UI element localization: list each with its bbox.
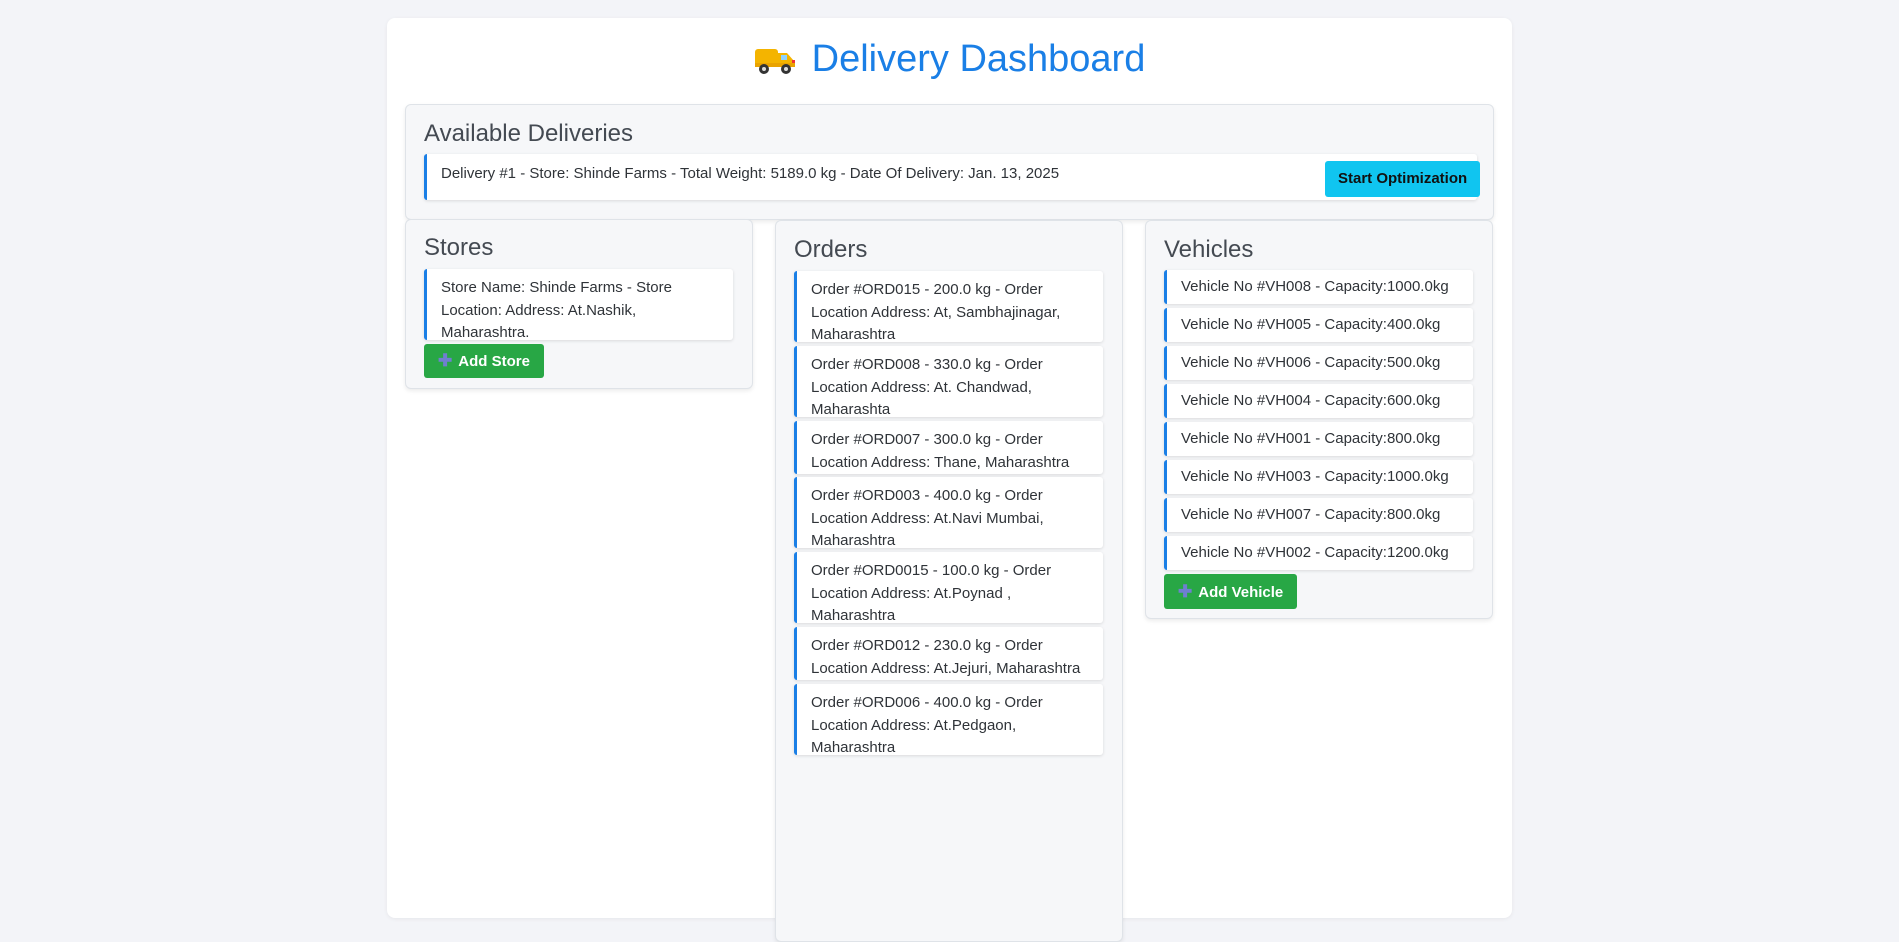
order-item[interactable]: Order #ORD006 - 400.0 kg - Order Locatio… <box>794 684 1103 756</box>
page-title: Delivery Dashboard <box>811 38 1146 80</box>
store-item-text: Store Name: Shinde Farms - Store Locatio… <box>441 279 672 341</box>
order-item[interactable]: Order #ORD012 - 230.0 kg - Order Locatio… <box>794 627 1103 680</box>
vehicle-item-text: Vehicle No #VH002 - Capacity:1200.0kg <box>1181 544 1449 561</box>
order-item-text: Order #ORD012 - 230.0 kg - Order Locatio… <box>811 637 1081 677</box>
deliveries-panel: Available Deliveries Delivery #1 - Store… <box>405 104 1494 220</box>
deliveries-heading: Available Deliveries <box>424 120 633 147</box>
stores-panel: Stores Store Name: Shinde Farms - Store … <box>405 219 753 389</box>
plus-icon: ✚ <box>1178 582 1193 601</box>
order-item[interactable]: Order #ORD007 - 300.0 kg - Order Locatio… <box>794 421 1103 474</box>
start-optimization-button[interactable]: Start Optimization <box>1325 161 1481 197</box>
orders-panel: Orders Order #ORD015 - 200.0 kg - Order … <box>775 220 1123 942</box>
vehicles-heading: Vehicles <box>1164 236 1254 263</box>
vehicle-item[interactable]: Vehicle No #VH008 - Capacity:1000.0kg <box>1164 270 1473 304</box>
store-item[interactable]: Store Name: Shinde Farms - Store Locatio… <box>424 269 733 341</box>
add-vehicle-label: Add Vehicle <box>1198 584 1284 601</box>
vehicle-item[interactable]: Vehicle No #VH003 - Capacity:1000.0kg <box>1164 460 1473 494</box>
vehicle-item-text: Vehicle No #VH008 - Capacity:1000.0kg <box>1181 278 1449 295</box>
order-item-text: Order #ORD006 - 400.0 kg - Order Locatio… <box>811 694 1043 756</box>
truck-icon <box>754 40 796 74</box>
plus-icon: ✚ <box>438 351 453 370</box>
vehicles-panel: Vehicles Vehicle No #VH008 - Capacity:10… <box>1145 220 1493 619</box>
order-item-text: Order #ORD007 - 300.0 kg - Order Locatio… <box>811 431 1070 471</box>
page-title-row: Delivery Dashboard <box>387 36 1512 82</box>
vehicle-item[interactable]: Vehicle No #VH001 - Capacity:800.0kg <box>1164 422 1473 456</box>
order-item-text: Order #ORD0015 - 100.0 kg - Order Locati… <box>811 562 1052 624</box>
order-item-text: Order #ORD008 - 330.0 kg - Order Locatio… <box>811 356 1043 418</box>
order-item[interactable]: Order #ORD0015 - 100.0 kg - Order Locati… <box>794 552 1103 624</box>
vehicle-item-text: Vehicle No #VH004 - Capacity:600.0kg <box>1181 392 1441 409</box>
delivery-item[interactable]: Delivery #1 - Store: Shinde Farms - Tota… <box>424 154 1477 200</box>
delivery-item-text: Delivery #1 - Store: Shinde Farms - Tota… <box>441 165 1060 182</box>
order-item[interactable]: Order #ORD003 - 400.0 kg - Order Locatio… <box>794 477 1103 549</box>
vehicle-item-text: Vehicle No #VH005 - Capacity:400.0kg <box>1181 316 1441 333</box>
orders-heading: Orders <box>794 236 868 263</box>
order-item[interactable]: Order #ORD015 - 200.0 kg - Order Locatio… <box>794 271 1103 343</box>
add-vehicle-button[interactable]: ✚ Add Vehicle <box>1164 574 1298 609</box>
vehicle-item-text: Vehicle No #VH007 - Capacity:800.0kg <box>1181 506 1441 523</box>
vehicle-item[interactable]: Vehicle No #VH006 - Capacity:500.0kg <box>1164 346 1473 380</box>
vehicle-item[interactable]: Vehicle No #VH004 - Capacity:600.0kg <box>1164 384 1473 418</box>
vehicle-item[interactable]: Vehicle No #VH007 - Capacity:800.0kg <box>1164 498 1473 532</box>
order-item[interactable]: Order #ORD008 - 330.0 kg - Order Locatio… <box>794 346 1103 418</box>
stores-heading: Stores <box>424 234 494 261</box>
order-item-text: Order #ORD003 - 400.0 kg - Order Locatio… <box>811 487 1044 549</box>
vehicle-item-text: Vehicle No #VH001 - Capacity:800.0kg <box>1181 430 1441 447</box>
dashboard-container: Delivery Dashboard Available Deliveries … <box>387 18 1512 942</box>
vehicle-item-text: Vehicle No #VH006 - Capacity:500.0kg <box>1181 354 1441 371</box>
vehicle-item-text: Vehicle No #VH003 - Capacity:1000.0kg <box>1181 468 1449 485</box>
add-store-button[interactable]: ✚ Add Store <box>424 344 544 378</box>
order-item-text: Order #ORD015 - 200.0 kg - Order Locatio… <box>811 281 1061 343</box>
vehicle-item[interactable]: Vehicle No #VH002 - Capacity:1200.0kg <box>1164 536 1473 570</box>
vehicle-item[interactable]: Vehicle No #VH005 - Capacity:400.0kg <box>1164 308 1473 342</box>
add-store-label: Add Store <box>458 353 530 370</box>
